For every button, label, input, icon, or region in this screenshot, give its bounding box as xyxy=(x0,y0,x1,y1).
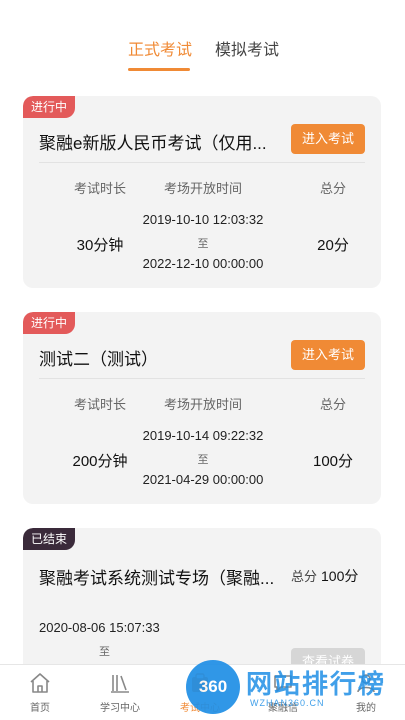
active-tab-indicator xyxy=(128,68,190,71)
bottom-nav: 首页 学习中心 考试中心 聚融信 我的 xyxy=(0,664,405,720)
status-badge: 进行中 xyxy=(23,312,76,334)
time-separator: 至 xyxy=(99,646,110,658)
home-icon xyxy=(30,673,50,693)
total-score-header: 总分 xyxy=(319,181,346,196)
exam-title: 测试二（测试） xyxy=(39,350,158,369)
exam-type-tabs: 正式考试 模拟考试 xyxy=(0,36,405,76)
enter-exam-button[interactable]: 进入考试 xyxy=(291,340,365,370)
open-time-header: 考场开放时间 xyxy=(163,181,242,196)
exam-title: 聚融考试系统测试专场（聚融... xyxy=(39,569,275,588)
open-time-header: 考场开放时间 xyxy=(163,397,242,412)
nav-study-center[interactable]: 学习中心 xyxy=(90,671,150,714)
nav-label: 首页 xyxy=(30,703,50,714)
nav-label: 学习中心 xyxy=(100,703,140,714)
exam-title: 聚融e新版人民币考试（仅用... xyxy=(39,134,267,153)
nav-label: 聚融信 xyxy=(268,703,298,714)
nav-label: 我的 xyxy=(356,703,376,714)
duration-header: 考试时长 xyxy=(73,397,126,412)
exam-total-score: 100分 xyxy=(312,453,354,470)
user-icon xyxy=(357,674,375,693)
total-score-header: 总分 xyxy=(319,397,346,412)
total-score-value: 100分 xyxy=(321,568,359,584)
tab-mock-exam[interactable]: 模拟考试 xyxy=(215,36,279,60)
open-end-time: 2021-04-29 00:00:00 xyxy=(142,472,264,487)
exam-card: 进行中 测试二（测试） 进入考试 考试时长 考场开放时间 总分 200分钟 20… xyxy=(23,312,381,504)
time-separator: 至 xyxy=(197,454,209,466)
tab-formal-exam[interactable]: 正式考试 xyxy=(128,36,192,60)
exam-card: 进行中 聚融e新版人民币考试（仅用... 进入考试 考试时长 考场开放时间 总分… xyxy=(23,96,381,288)
time-separator: 至 xyxy=(197,238,209,250)
enter-exam-button[interactable]: 进入考试 xyxy=(291,124,365,154)
nav-exam-center[interactable]: 考试中心 xyxy=(170,671,230,714)
nav-jurong-messages[interactable]: 聚融信 xyxy=(253,671,313,714)
open-start-time: 2020-08-06 15:07:33 xyxy=(39,620,160,635)
open-end-time: 2022-12-10 00:00:00 xyxy=(142,256,264,271)
total-score-label: 总分 xyxy=(291,569,318,584)
exam-icon xyxy=(192,673,208,692)
open-start-time: 2019-10-14 09:22:32 xyxy=(142,428,264,443)
open-start-time: 2019-10-10 12:03:32 xyxy=(142,212,264,227)
nav-label: 考试中心 xyxy=(180,703,220,714)
exam-total-score: 总分 100分 xyxy=(291,566,358,586)
exam-total-score: 20分 xyxy=(317,237,349,254)
duration-header: 考试时长 xyxy=(73,181,126,196)
chat-icon xyxy=(274,675,292,692)
status-badge: 进行中 xyxy=(23,96,76,118)
divider xyxy=(39,378,365,379)
books-icon xyxy=(111,675,129,693)
nav-mine[interactable]: 我的 xyxy=(336,671,396,714)
divider xyxy=(39,162,365,163)
nav-home[interactable]: 首页 xyxy=(10,671,70,714)
status-badge: 已结束 xyxy=(23,528,76,550)
